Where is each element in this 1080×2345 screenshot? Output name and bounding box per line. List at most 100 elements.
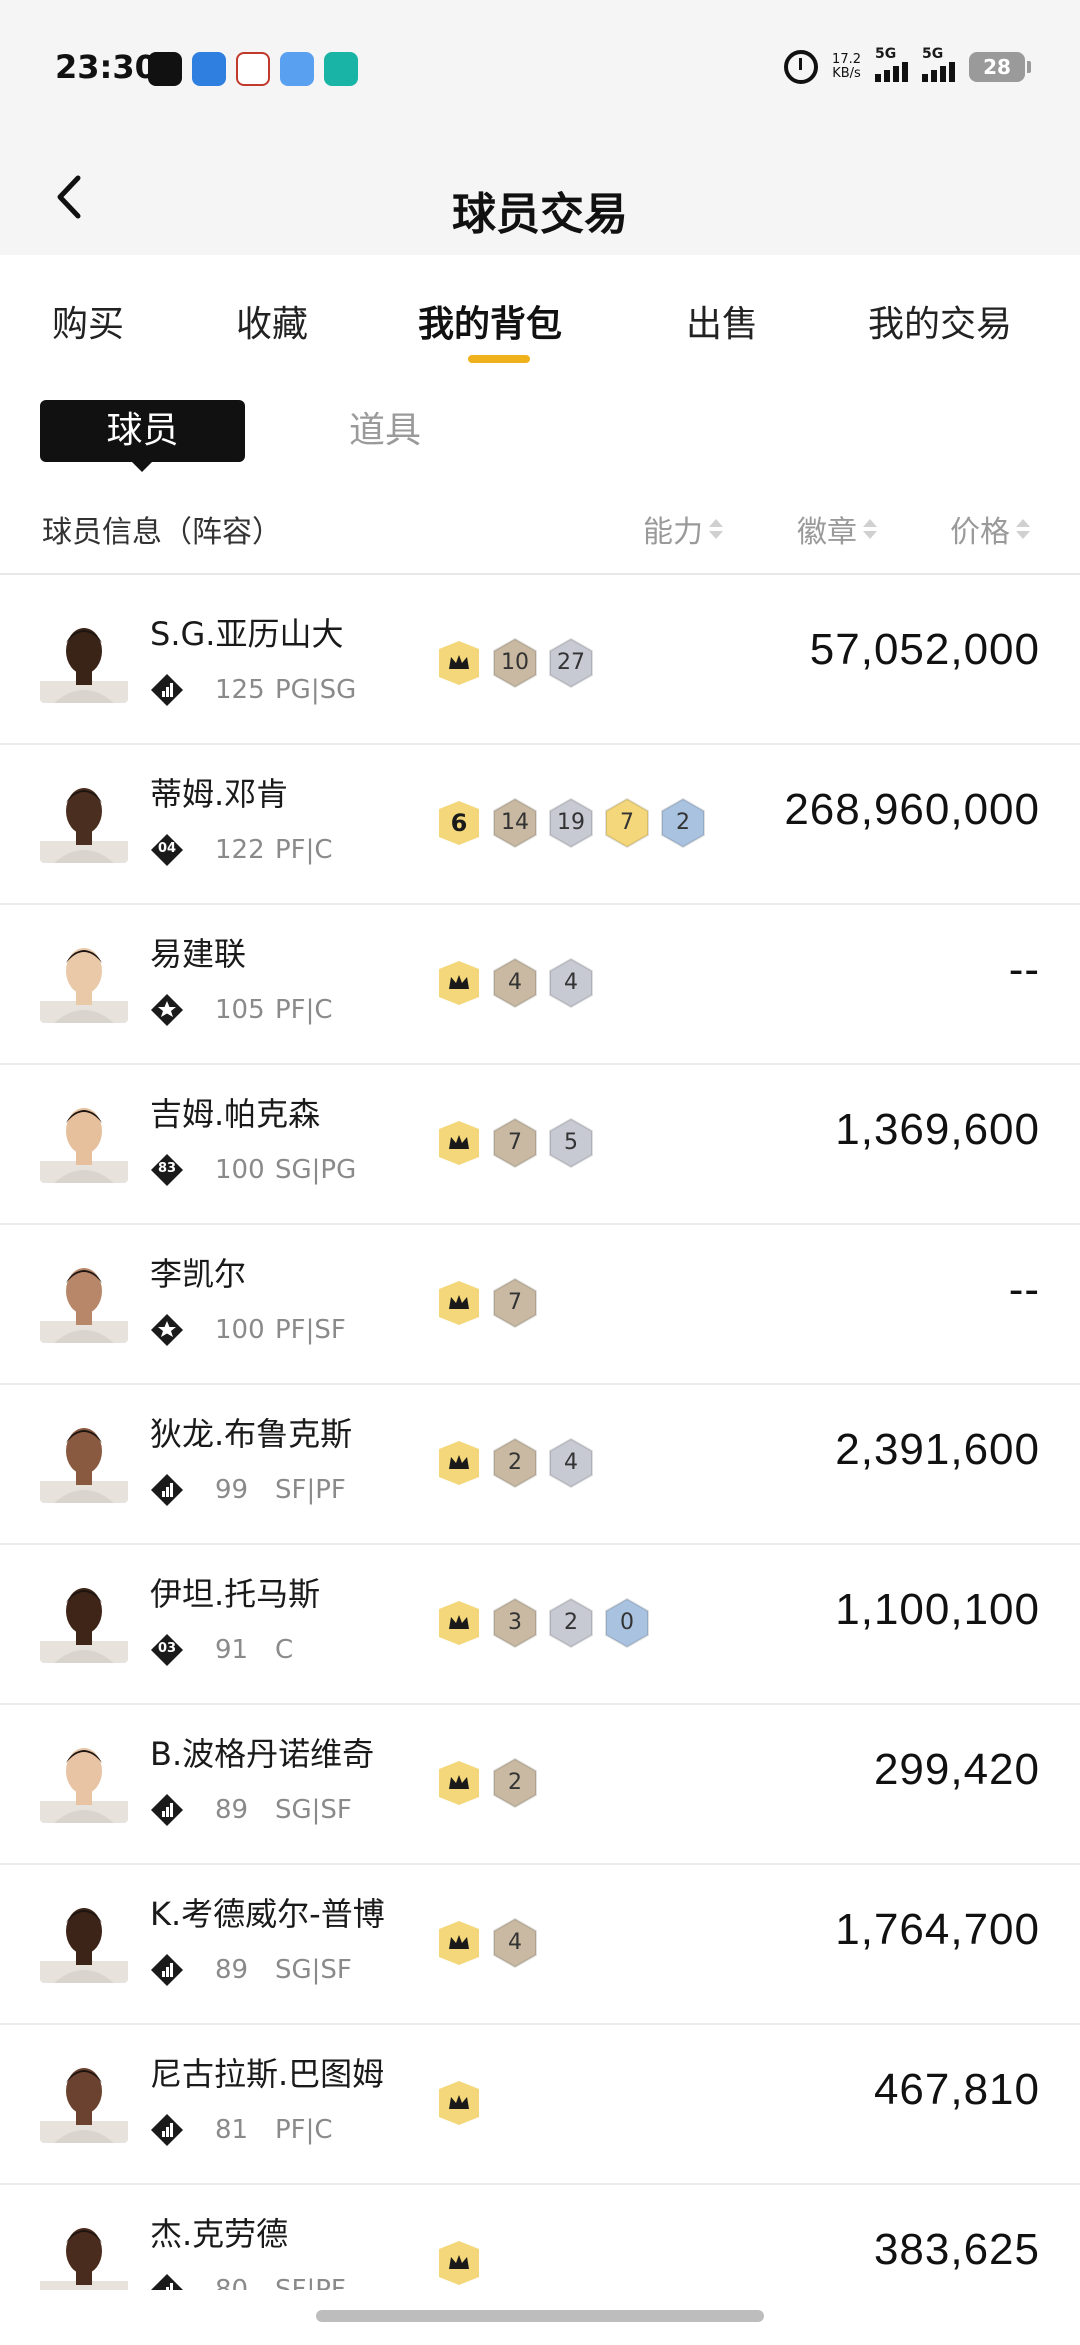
player-price: 1,100,100 [835, 1585, 1040, 1634]
hexagon-badge-icon: 4 [491, 1917, 539, 1969]
jersey-number: 83 [157, 1161, 177, 1176]
badge-count: 4 [508, 1930, 522, 1955]
hexagon-badge-icon: 3 [491, 1597, 539, 1649]
hexagon-badge-icon: 4 [547, 1437, 595, 1489]
player-avatar [40, 1575, 128, 1663]
player-rating: 100 [215, 1315, 265, 1345]
hexagon-badge-icon: 14 [491, 797, 539, 849]
player-price: 1,764,700 [835, 1905, 1040, 1954]
signal-icon: 5G [875, 46, 908, 82]
jersey-number-badge-icon: 83 [150, 1153, 184, 1187]
player-position: SG|PG [275, 1155, 357, 1185]
table-header: 球员信息（阵容） 能力 徽章 价格 [0, 495, 1080, 575]
player-avatar [40, 1895, 128, 1983]
status-time: 23:30 [55, 48, 157, 86]
tab-sell[interactable]: 出售 [686, 295, 758, 347]
star-badge-icon [150, 993, 184, 1027]
player-rating: 105 [215, 995, 265, 1025]
player-price: 383,625 [873, 2225, 1040, 2274]
player-badges [435, 2077, 483, 2129]
player-price: -- [1008, 1265, 1040, 1314]
sort-arrows-icon [709, 519, 723, 539]
player-position: PF|C [275, 995, 333, 1025]
player-row[interactable]: 李凯尔 100 PF|SF 7 -- [0, 1225, 1080, 1385]
player-price: 467,810 [873, 2065, 1040, 2114]
status-indicators: 17.2 KB/s 5G 5G 28 [784, 46, 1031, 84]
player-row[interactable]: 尼古拉斯.巴图姆 81 PF|C 467,810 [0, 2025, 1080, 2185]
hexagon-badge-icon: 0 [603, 1597, 651, 1649]
player-row[interactable]: K.考德威尔-普博 89 SG|SF 4 1,764,700 [0, 1865, 1080, 2025]
hexagon-badge-icon: 19 [547, 797, 595, 849]
notification-icons [148, 52, 358, 86]
crown-icon [435, 1277, 483, 1329]
app-notification-icon [236, 52, 270, 86]
hexagon-badge-icon: 2 [659, 797, 707, 849]
tab-my-trades[interactable]: 我的交易 [868, 295, 1012, 347]
alarm-icon [784, 50, 819, 84]
bars-badge-icon [150, 673, 184, 707]
bars-badge-icon [150, 1953, 184, 1987]
player-avatar [40, 1735, 128, 1823]
sort-price[interactable]: 价格 [950, 507, 1030, 551]
sort-badge[interactable]: 徽章 [797, 507, 877, 551]
player-name: 李凯尔 [150, 1255, 247, 1293]
player-row[interactable]: 伊坦.托马斯 03 91 C 3 2 0 1,100,100 [0, 1545, 1080, 1705]
player-position: SF|PF [275, 1475, 346, 1505]
segment-players[interactable]: 球员 [40, 400, 245, 472]
player-position: SG|SF [275, 1795, 352, 1825]
bars-badge-icon [150, 1473, 184, 1507]
segment-items[interactable]: 道具 [330, 400, 440, 462]
player-rating: 91 [215, 1635, 249, 1665]
player-badges: 6 14 19 7 2 [435, 797, 707, 849]
player-row[interactable]: B.波格丹诺维奇 89 SG|SF 2 299,420 [0, 1705, 1080, 1865]
player-name: 蒂姆.邓肯 [150, 775, 289, 813]
player-row[interactable]: 蒂姆.邓肯 04 122 PF|C 6 14 19 7 2 268,960,000 [0, 745, 1080, 905]
player-rating: 99 [215, 1475, 249, 1505]
player-price: 2,391,600 [835, 1425, 1040, 1474]
player-row[interactable]: S.G.亚历山大 125 PG|SG 10 27 57,052,000 [0, 585, 1080, 745]
player-price: 57,052,000 [809, 625, 1040, 674]
player-name: B.波格丹诺维奇 [150, 1735, 375, 1773]
player-position: SG|SF [275, 1955, 352, 1985]
sort-arrows-icon [863, 519, 877, 539]
crown-icon [435, 1597, 483, 1649]
player-position: PG|SG [275, 675, 357, 705]
badge-count: 7 [508, 1290, 522, 1315]
player-price: -- [1008, 945, 1040, 994]
player-badges: 2 [435, 1757, 539, 1809]
tab-favorites[interactable]: 收藏 [236, 295, 308, 347]
player-position: C [275, 1635, 294, 1665]
badge-count: 19 [557, 810, 585, 835]
tab-buy[interactable]: 购买 [52, 295, 124, 347]
bars-badge-icon [150, 2113, 184, 2147]
player-name: 尼古拉斯.巴图姆 [150, 2055, 385, 2093]
player-row[interactable]: 杰.克劳德 80 SF|PF 383,625 [0, 2185, 1080, 2290]
page-title: 球员交易 [452, 189, 628, 240]
player-rating: 80 [215, 2275, 249, 2290]
sort-ability[interactable]: 能力 [643, 507, 723, 551]
player-badges [435, 2237, 483, 2289]
player-badges: 7 [435, 1277, 539, 1329]
badge-count: 2 [676, 810, 690, 835]
hexagon-badge-icon: 2 [547, 1597, 595, 1649]
player-row[interactable]: 易建联 105 PF|C 4 4 -- [0, 905, 1080, 1065]
hexagon-badge-icon: 7 [603, 797, 651, 849]
badge-count: 2 [508, 1450, 522, 1475]
player-row[interactable]: 吉姆.帕克森 83 100 SG|PG 7 5 1,369,600 [0, 1065, 1080, 1225]
hexagon-badge-icon: 5 [547, 1117, 595, 1169]
hexagon-badge-icon: 27 [547, 637, 595, 689]
star-badge-icon [150, 1313, 184, 1347]
tab-my-backpack[interactable]: 我的背包 [418, 295, 562, 347]
hexagon-badge-icon: 4 [491, 957, 539, 1009]
player-badges: 10 27 [435, 637, 595, 689]
battery-icon: 28 [969, 52, 1031, 82]
network-speed: 17.2 KB/s [832, 52, 861, 81]
app-notification-icon [192, 52, 226, 86]
column-player-info: 球员信息（阵容） [42, 515, 282, 550]
player-row[interactable]: 狄龙.布鲁克斯 99 SF|PF 2 4 2,391,600 [0, 1385, 1080, 1545]
hexagon-badge-icon: 7 [491, 1117, 539, 1169]
tier-badge-value: 6 [450, 809, 468, 837]
crown-icon [435, 2077, 483, 2129]
badge-count: 2 [508, 1770, 522, 1795]
badge-count: 5 [564, 1130, 578, 1155]
